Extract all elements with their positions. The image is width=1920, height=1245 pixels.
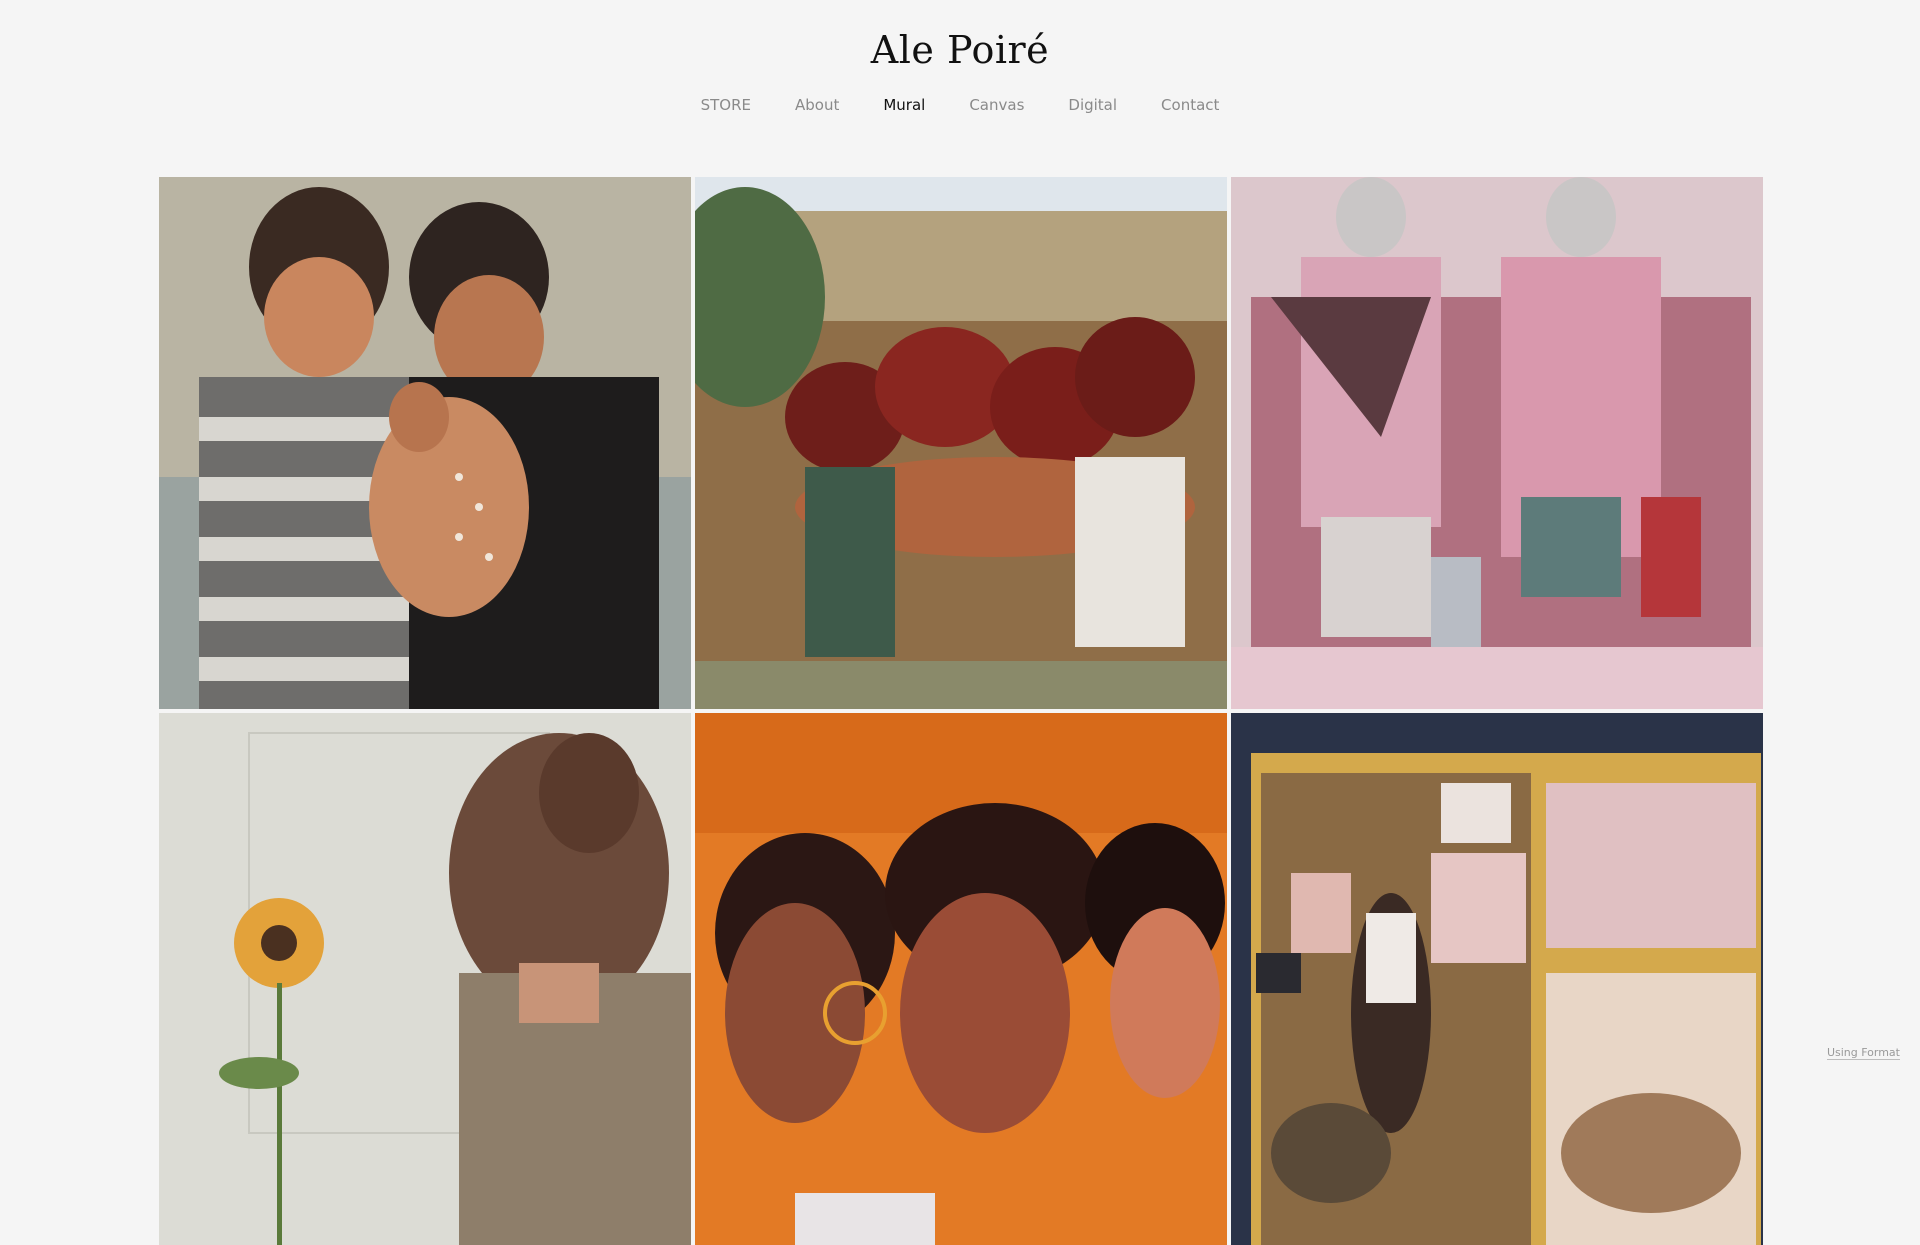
gallery-item-boys-with-fawn[interactable]	[159, 177, 691, 709]
gallery-item-elderly-women-market[interactable]	[1231, 177, 1763, 709]
using-format-link[interactable]: Using Format	[1827, 1046, 1900, 1060]
site-header: Ale Poiré STORE About Mural Canvas Digit…	[0, 0, 1920, 114]
main-nav: STORE About Mural Canvas Digital Contact	[0, 96, 1920, 114]
gallery-item-women-embracing[interactable]	[695, 177, 1227, 709]
nav-item-mural[interactable]: Mural	[883, 96, 925, 114]
mural-image	[695, 713, 1227, 1245]
gallery-grid	[159, 177, 1761, 1245]
mural-image	[695, 177, 1227, 709]
gallery-item-woman-with-sunflower[interactable]	[159, 713, 691, 1245]
nav-item-canvas[interactable]: Canvas	[969, 96, 1024, 114]
nav-item-contact[interactable]: Contact	[1161, 96, 1219, 114]
mural-image	[159, 177, 691, 709]
mural-image	[159, 713, 691, 1245]
nav-item-digital[interactable]: Digital	[1068, 96, 1117, 114]
gallery-item-three-faces-orange[interactable]	[695, 713, 1227, 1245]
nav-item-about[interactable]: About	[795, 96, 839, 114]
mural-image	[1231, 713, 1763, 1245]
site-title[interactable]: Ale Poiré	[0, 28, 1920, 72]
gallery-item-libres-protest[interactable]	[1231, 713, 1763, 1245]
nav-item-store[interactable]: STORE	[701, 96, 751, 114]
mural-image	[1231, 177, 1763, 709]
